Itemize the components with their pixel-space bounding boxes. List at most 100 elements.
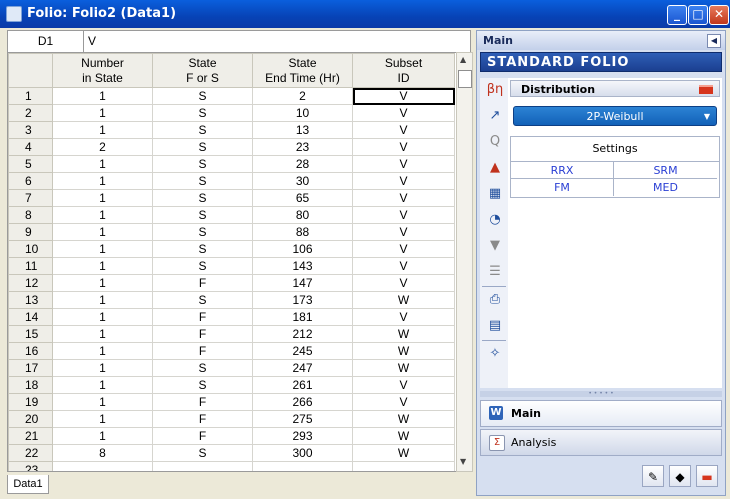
row-header[interactable]: 8 [8, 206, 53, 224]
table-cell[interactable]: F [152, 342, 253, 360]
row-header[interactable]: 1 [8, 87, 53, 105]
row-header[interactable]: 16 [8, 342, 53, 360]
table-cell[interactable]: V [352, 172, 455, 190]
table-cell[interactable]: V [352, 393, 455, 411]
row-header[interactable]: 17 [8, 359, 53, 377]
table-cell[interactable]: F [152, 393, 253, 411]
table-cell[interactable]: W [352, 325, 455, 343]
table-cell[interactable]: 1 [52, 359, 153, 377]
row-header[interactable]: 5 [8, 155, 53, 173]
table-cell[interactable]: V [352, 274, 455, 292]
collapse-icon[interactable]: ◀ [707, 34, 721, 48]
table-cell[interactable]: 1 [52, 393, 153, 411]
cell-reference[interactable]: D1 [8, 31, 84, 52]
table-cell[interactable]: 261 [252, 376, 353, 394]
table-cell[interactable]: S [152, 155, 253, 173]
table-cell[interactable]: W [352, 359, 455, 377]
table-cell[interactable] [252, 461, 353, 471]
table-cell[interactable]: 1 [52, 206, 153, 224]
table-cell[interactable]: V [352, 240, 455, 258]
table-cell[interactable]: 1 [52, 342, 153, 360]
table-cell[interactable]: V [352, 206, 455, 224]
row-header[interactable]: 9 [8, 223, 53, 241]
corner-cell[interactable] [8, 53, 53, 88]
table-cell[interactable]: S [152, 444, 253, 462]
table-cell[interactable]: 8 [52, 444, 153, 462]
table-cell[interactable]: 2 [52, 138, 153, 156]
table-cell[interactable]: 1 [52, 87, 153, 105]
row-header[interactable]: 18 [8, 376, 53, 394]
row-header[interactable]: 2 [8, 104, 53, 122]
cell-value-input[interactable]: V [88, 31, 96, 52]
table-cell[interactable]: S [152, 240, 253, 258]
row-header[interactable]: 21 [8, 427, 53, 445]
table-cell[interactable]: V [352, 104, 455, 122]
table-cell[interactable]: 1 [52, 291, 153, 309]
printer-icon[interactable]: ⎙ [485, 290, 505, 310]
close-button[interactable]: ✕ [709, 5, 729, 25]
table-cell[interactable]: F [152, 274, 253, 292]
row-header[interactable]: 3 [8, 121, 53, 139]
row-header[interactable]: 6 [8, 172, 53, 190]
table-cell[interactable]: S [152, 104, 253, 122]
list-icon[interactable]: ☰ [485, 262, 505, 282]
setting-med[interactable]: MED [614, 179, 717, 196]
table-cell[interactable]: W [352, 291, 455, 309]
row-header[interactable]: 10 [8, 240, 53, 258]
table-cell[interactable]: V [352, 308, 455, 326]
table-cell[interactable]: V [352, 138, 455, 156]
user-edit-icon[interactable]: ✎ [642, 465, 664, 487]
scroll-down-icon[interactable]: ▼ [460, 457, 466, 466]
table-cell[interactable]: 275 [252, 410, 353, 428]
table-cell[interactable]: S [152, 87, 253, 105]
table-cell[interactable]: 1 [52, 410, 153, 428]
table-cell[interactable]: 1 [52, 240, 153, 258]
table-cell[interactable]: S [152, 206, 253, 224]
table-cell[interactable]: 1 [52, 376, 153, 394]
table-cell[interactable]: 1 [52, 223, 153, 241]
vertical-scrollbar[interactable]: ▲ ▼ [456, 52, 473, 472]
table-cell[interactable]: 143 [252, 257, 353, 275]
table-cell[interactable]: 247 [252, 359, 353, 377]
table-cell[interactable]: W [352, 444, 455, 462]
column-header[interactable]: Number in State [52, 53, 153, 88]
row-header[interactable]: 19 [8, 393, 53, 411]
table-cell[interactable]: 1 [52, 121, 153, 139]
row-header[interactable]: 4 [8, 138, 53, 156]
table-cell[interactable]: 1 [52, 325, 153, 343]
table-cell[interactable]: 106 [252, 240, 353, 258]
table-cell[interactable]: 293 [252, 427, 353, 445]
table-cell[interactable]: 10 [252, 104, 353, 122]
table-cell[interactable]: S [152, 257, 253, 275]
line-icon[interactable]: ↗ [485, 106, 505, 126]
table-cell[interactable]: S [152, 172, 253, 190]
column-header[interactable]: State End Time (Hr) [252, 53, 353, 88]
table-cell[interactable]: S [152, 376, 253, 394]
setting-rrx[interactable]: RRX [511, 162, 614, 179]
column-header[interactable]: State F or S [152, 53, 253, 88]
table-cell[interactable]: V [352, 189, 455, 207]
table-cell[interactable]: 28 [252, 155, 353, 173]
collapse-section-icon[interactable] [699, 85, 713, 94]
table-cell[interactable]: F [152, 325, 253, 343]
table-cell[interactable]: 266 [252, 393, 353, 411]
filter-icon[interactable]: ▼ [485, 236, 505, 256]
table-cell[interactable] [352, 461, 455, 471]
qcp-icon[interactable]: Q [485, 132, 505, 152]
table-cell[interactable]: 181 [252, 308, 353, 326]
row-header[interactable]: 12 [8, 274, 53, 292]
table-cell[interactable]: W [352, 342, 455, 360]
table-cell[interactable]: S [152, 189, 253, 207]
diamond-icon[interactable]: ◆ [669, 465, 691, 487]
table-cell[interactable]: 1 [52, 155, 153, 173]
table-cell[interactable]: 80 [252, 206, 353, 224]
help-icon[interactable]: ✧ [485, 344, 505, 364]
table-cell[interactable]: 300 [252, 444, 353, 462]
table-cell[interactable]: 65 [252, 189, 353, 207]
table-icon[interactable]: ▤ [485, 316, 505, 336]
row-header[interactable]: 14 [8, 308, 53, 326]
table-cell[interactable]: S [152, 121, 253, 139]
table-cell[interactable]: S [152, 291, 253, 309]
table-cell[interactable]: W [352, 410, 455, 428]
table-cell[interactable]: F [152, 427, 253, 445]
